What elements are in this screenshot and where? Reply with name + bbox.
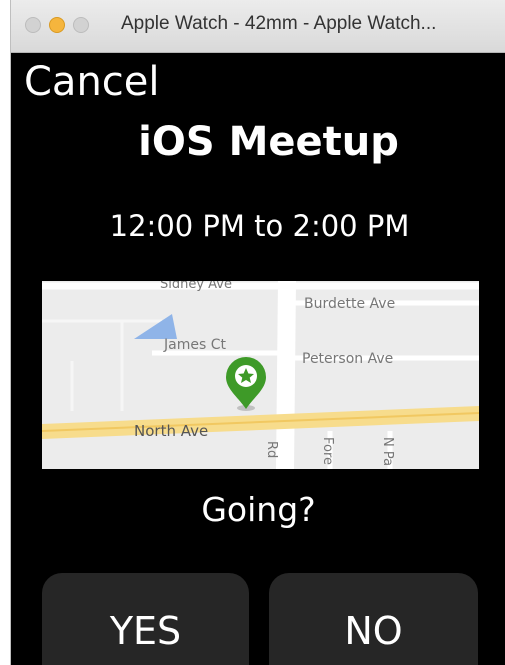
street-label-rd: Rd	[264, 441, 279, 458]
map-canvas: Sidney Ave Burdette Ave James Ct Peterso…	[42, 281, 479, 469]
yes-button[interactable]: YES	[42, 573, 249, 665]
minimize-window-button[interactable]	[49, 17, 65, 33]
street-label-burdette: Burdette Ave	[304, 296, 395, 312]
no-button[interactable]: NO	[269, 573, 478, 665]
street-label-peterson: Peterson Ave	[302, 351, 393, 367]
event-time: 12:00 PM to 2:00 PM	[109, 209, 410, 243]
close-window-button[interactable]	[25, 17, 41, 33]
street-label-north: North Ave	[134, 422, 208, 440]
street-label-fore: Fore	[320, 437, 335, 465]
zoom-window-button[interactable]	[73, 17, 89, 33]
simulator-window: Apple Watch - 42mm - Apple Watch... Canc…	[10, 0, 505, 665]
event-title: iOS Meetup	[138, 119, 399, 165]
title-bar: Apple Watch - 42mm - Apple Watch...	[11, 0, 505, 53]
watch-screen: Cancel iOS Meetup 12:00 PM to 2:00 PM Si…	[11, 53, 505, 665]
window-title: Apple Watch - 42mm - Apple Watch...	[121, 13, 437, 34]
street-label-sidney: Sidney Ave	[160, 281, 232, 292]
going-question: Going?	[201, 490, 316, 529]
street-label-n-pa: N Pa	[380, 437, 395, 466]
street-label-james: James Ct	[163, 337, 226, 353]
event-location-map[interactable]: Sidney Ave Burdette Ave James Ct Peterso…	[42, 281, 479, 469]
cancel-button[interactable]: Cancel	[24, 59, 160, 105]
